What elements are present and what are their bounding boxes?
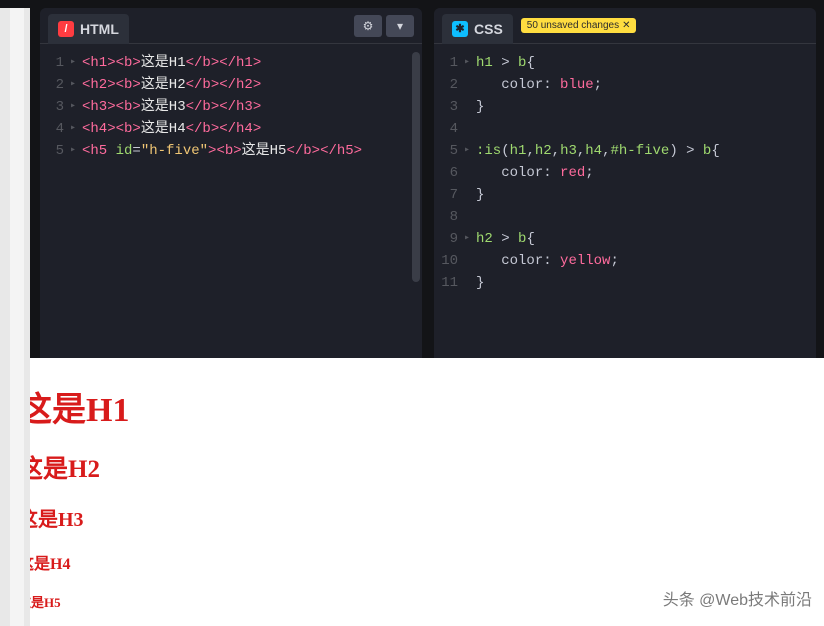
fold-icon[interactable]: ▸ (70, 140, 80, 162)
unsaved-badge-text: 50 unsaved changes (527, 20, 619, 31)
fold-icon[interactable]: ▸ (70, 96, 80, 118)
html-code[interactable]: ▸<h1><b>这是H1</b></h1>▸<h2><b>这是H2</b></h… (70, 52, 422, 358)
line-number: 4 (40, 118, 64, 140)
fold-icon[interactable]: ▸ (464, 140, 474, 162)
html-tab[interactable]: / HTML (48, 14, 129, 44)
dropdown-button[interactable]: ▾ (386, 15, 414, 37)
line-number: 3 (40, 96, 64, 118)
watermark: 头条 @Web技术前沿 (663, 586, 812, 610)
line-number: 4 (434, 118, 458, 140)
gear-icon: ⚙ (363, 19, 374, 33)
code-line[interactable]: ▸<h3><b>这是H3</b></h3> (70, 96, 422, 118)
preview-h3: 这是H3 (18, 503, 806, 532)
line-number: 2 (40, 74, 64, 96)
css-tab[interactable]: ✱ CSS (442, 14, 513, 44)
watermark-text: 头条 @Web技术前沿 (663, 586, 812, 610)
html-code-area[interactable]: 12345 ▸<h1><b>这是H1</b></h1>▸<h2><b>这是H2<… (40, 44, 422, 358)
html-pane-header: / HTML ⚙ ▾ (40, 8, 422, 44)
line-number: 6 (434, 162, 458, 184)
preview-h2: 这是H2 (18, 449, 806, 485)
fold-icon[interactable]: ▸ (70, 52, 80, 74)
line-number: 1 (40, 52, 64, 74)
code-line[interactable] (464, 206, 816, 228)
window-scrollbar-thumb[interactable] (10, 8, 24, 626)
preview-h1: 这是H1 (18, 382, 806, 431)
code-line[interactable]: color: blue; (464, 74, 816, 96)
code-line[interactable]: } (464, 272, 816, 294)
code-line[interactable]: ▸h1 > b{ (464, 52, 816, 74)
chevron-down-icon: ▾ (397, 19, 403, 33)
code-line[interactable]: ▸<h4><b>这是H4</b></h4> (70, 118, 422, 140)
fold-icon[interactable]: ▸ (70, 74, 80, 96)
fold-icon[interactable]: ▸ (70, 118, 80, 140)
code-line[interactable]: ▸:is(h1,h2,h3,h4,#h-five) > b{ (464, 140, 816, 162)
line-number: 3 (434, 96, 458, 118)
code-line[interactable]: } (464, 184, 816, 206)
fold-icon[interactable]: ▸ (464, 52, 474, 74)
line-number: 11 (434, 272, 458, 294)
settings-button[interactable]: ⚙ (354, 15, 382, 37)
code-line[interactable]: color: red; (464, 162, 816, 184)
preview-h4: 这是H4 (18, 550, 806, 574)
html-scrollbar[interactable] (412, 52, 420, 282)
code-line[interactable] (464, 118, 816, 140)
css-tab-label: CSS (474, 21, 503, 37)
line-number: 5 (434, 140, 458, 162)
html-gutter: 12345 (40, 52, 70, 358)
editor-row: / HTML ⚙ ▾ 12345 ▸<h1><b>这是H1</b></h1>▸<… (0, 0, 824, 358)
line-number: 2 (434, 74, 458, 96)
css-code[interactable]: ▸h1 > b{ color: blue;} ▸:is(h1,h2,h3,h4,#… (464, 52, 816, 358)
html-pane: / HTML ⚙ ▾ 12345 ▸<h1><b>这是H1</b></h1>▸<… (40, 8, 422, 358)
code-line[interactable]: } (464, 96, 816, 118)
fold-icon[interactable]: ▸ (464, 228, 474, 250)
css-code-area[interactable]: 1234567891011 ▸h1 > b{ color: blue;} ▸:is… (434, 44, 816, 358)
line-number: 5 (40, 140, 64, 162)
line-number: 7 (434, 184, 458, 206)
css-pane-header: ✱ CSS 50 unsaved changes ✕ (434, 8, 816, 44)
code-line[interactable]: color: yellow; (464, 250, 816, 272)
html-tab-label: HTML (80, 21, 119, 37)
code-line[interactable]: ▸<h2><b>这是H2</b></h2> (70, 74, 422, 96)
line-number: 10 (434, 250, 458, 272)
code-line[interactable]: ▸<h1><b>这是H1</b></h1> (70, 52, 422, 74)
css-pane: ✱ CSS 50 unsaved changes ✕ 1234567891011… (434, 8, 816, 358)
html-icon: / (58, 21, 74, 37)
code-line[interactable]: ▸h2 > b{ (464, 228, 816, 250)
unsaved-badge[interactable]: 50 unsaved changes ✕ (521, 18, 637, 33)
line-number: 1 (434, 52, 458, 74)
line-number: 8 (434, 206, 458, 228)
code-line[interactable]: ▸<h5 id="h-five"><b>这是H5</b></h5> (70, 140, 422, 162)
css-gutter: 1234567891011 (434, 52, 464, 358)
css-icon: ✱ (452, 21, 468, 37)
close-icon[interactable]: ✕ (622, 20, 630, 31)
line-number: 9 (434, 228, 458, 250)
